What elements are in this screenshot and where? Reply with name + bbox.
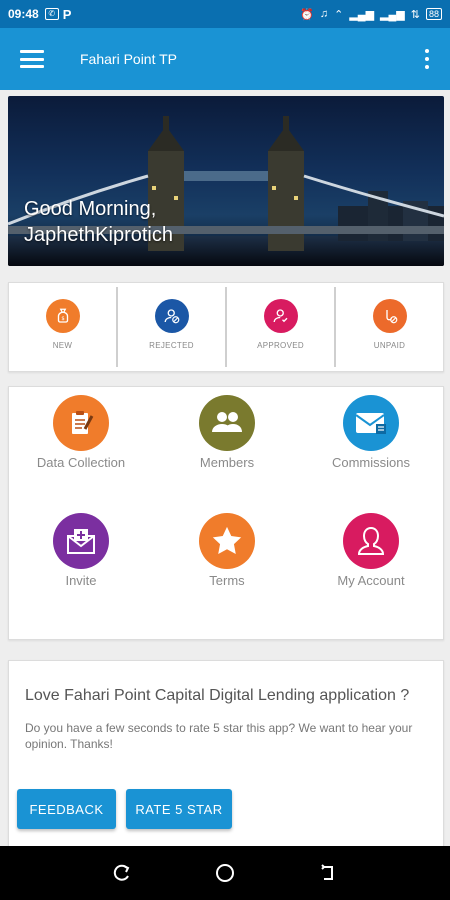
greeting-line1: Good Morning, [24, 198, 157, 220]
app-title: Fahari Point TP [80, 51, 178, 67]
home-icon[interactable] [213, 861, 237, 885]
status-label: UNPAID [373, 341, 406, 350]
status-rejected[interactable]: REJECTED [118, 287, 227, 367]
back-icon[interactable] [316, 861, 340, 885]
tile-label: Terms [209, 573, 245, 588]
status-label: REJECTED [149, 341, 194, 350]
status-new[interactable]: $ NEW [9, 287, 118, 367]
signal-icon: ▂▄▆ [380, 8, 405, 21]
svg-text:$: $ [61, 316, 64, 322]
tile-terms[interactable]: Terms [157, 513, 297, 588]
user-block-icon [154, 299, 189, 333]
status-approved[interactable]: APPROVED [227, 287, 336, 367]
feedback-button[interactable]: FEEDBACK [17, 789, 116, 829]
status-label: NEW [52, 341, 73, 350]
signal-icon: ▂▄▆ [349, 8, 375, 21]
tile-invite[interactable]: Invite [11, 513, 151, 588]
loan-status-card: $ NEW REJECTED APPROVED UNPAID [8, 282, 444, 372]
app-bar: Fahari Point TP [0, 28, 450, 90]
rate-5-star-button[interactable]: RATE 5 STAR [126, 789, 232, 829]
mail-icon [343, 395, 399, 451]
hamburger-icon[interactable] [20, 50, 44, 68]
greeting-name: JaphethKiprotich [24, 224, 173, 246]
wifi-icon: ⌃ [334, 8, 344, 21]
system-nav-bar [0, 846, 450, 900]
tile-label: Data Collection [36, 455, 126, 470]
rate-title: Love Fahari Point Capital Digital Lendin… [25, 687, 410, 704]
more-vert-icon[interactable] [424, 49, 430, 69]
hero-banner: Good Morning, JaphethKiprotich [8, 96, 444, 266]
star-icon [199, 513, 255, 569]
status-bar: 09:48 ✆ P ⏰ ♫ ⌃ ▂▄▆ ▂▄▆ ⇅ 88 [0, 0, 450, 28]
p-icon: P [62, 6, 72, 22]
group-icon [199, 395, 255, 451]
rate-message: Do you have a few seconds to rate 5 star… [25, 721, 413, 751]
tile-data-collection[interactable]: Data Collection [11, 395, 151, 470]
person-icon [343, 513, 399, 569]
tile-label: Commissions [331, 455, 410, 470]
tile-my-account[interactable]: My Account [301, 513, 441, 588]
data-icon: ⇅ [410, 8, 420, 21]
status-label: APPROVED [257, 341, 304, 350]
status-time: 09:48 [8, 7, 39, 21]
invite-mail-icon [53, 513, 109, 569]
tile-members[interactable]: Members [157, 395, 297, 470]
tile-label: My Account [337, 573, 405, 588]
tile-commissions[interactable]: Commissions [301, 395, 441, 470]
battery-icon: 88 [425, 8, 442, 20]
unpaid-icon [372, 299, 407, 333]
whatsapp-icon: ✆ [44, 8, 59, 20]
rate-app-card: Love Fahari Point Capital Digital Lendin… [8, 660, 444, 860]
recent-apps-icon[interactable] [110, 861, 134, 885]
clipboard-icon [53, 395, 109, 451]
greeting: Good Morning, JaphethKiprotich [24, 196, 173, 248]
headset-icon: ♫ [319, 8, 329, 20]
tile-label: Members [199, 455, 255, 470]
tile-label: Invite [65, 573, 97, 588]
system-icons: ⏰ ♫ ⌃ ▂▄▆ ▂▄▆ ⇅ 88 [300, 8, 442, 21]
money-bag-icon: $ [45, 299, 80, 333]
feature-grid: Data Collection Members Commissions Invi… [8, 386, 444, 640]
status-unpaid[interactable]: UNPAID [336, 287, 443, 367]
user-check-icon [263, 299, 298, 333]
alarm-icon: ⏰ [300, 8, 314, 21]
